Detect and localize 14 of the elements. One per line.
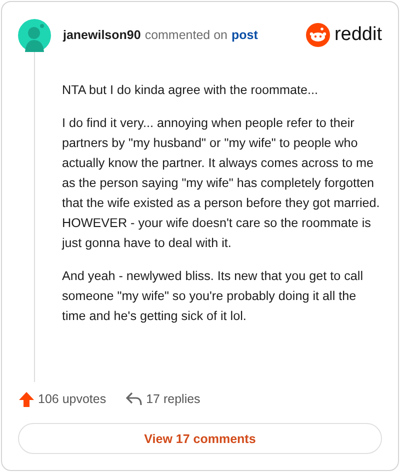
comment-paragraph: And yeah - newlywed bliss. Its new that you get to call someone "my wife" so you're probably doing it all the time and he's getting sick of it lol. [62,268,364,325]
action-text: commented on [144,28,228,42]
brand-name: reddit [334,24,382,46]
avatar-icon [18,18,51,52]
comment-paragraph: NTA but I do kinda agree with the roommate... [62,82,319,99]
username[interactable]: janewilson90 [63,28,141,42]
reply-count: 17 replies [146,392,200,406]
upvote-count: 106 upvotes [38,392,106,406]
reddit-logo-icon [306,23,330,47]
reply-arrow-icon [126,392,142,406]
upvote-arrow-icon [19,392,34,406]
post-link[interactable]: post [232,28,258,42]
comment-paragraph: I do find it very... annoying when people refer to their partners by "my husband" or "my wife" to people who actually know the partner. It always comes across to me as the person saying "my wife" has completely forgotten that the wife existed as a person before they got married. HOWEVER - your wife doesn't care so the roommate is just gonna have to deal with it. [62,115,381,252]
view-comments-button[interactable]: View 17 comments [18,423,382,454]
